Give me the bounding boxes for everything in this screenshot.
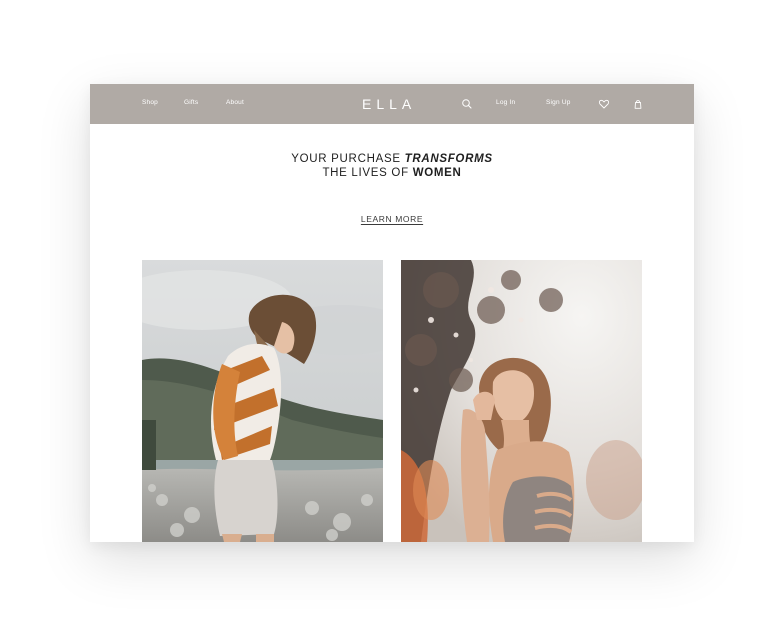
top-navigation-bar: Shop Gifts About ELLA Log In Sign Up xyxy=(90,84,694,124)
brand-logo[interactable]: ELLA xyxy=(362,96,416,112)
signup-link[interactable]: Sign Up xyxy=(546,99,571,106)
heart-icon[interactable] xyxy=(598,98,610,110)
nav-link-shop[interactable]: Shop xyxy=(142,99,158,106)
hero-line-1-text: YOUR PURCHASE xyxy=(291,153,405,165)
hero-line-2: THE LIVES OF WOMEN xyxy=(90,166,694,180)
login-link[interactable]: Log In xyxy=(496,99,515,106)
product-photo-sweater[interactable] xyxy=(142,260,383,542)
learn-more-link[interactable]: LEARN MORE xyxy=(361,214,423,224)
hero-line-2-text: THE LIVES OF xyxy=(322,167,413,179)
website-window: Shop Gifts About ELLA Log In Sign Up YOU… xyxy=(90,84,694,542)
hero-heading: YOUR PURCHASE TRANSFORMS THE LIVES OF WO… xyxy=(90,152,694,180)
hero-line-2-emphasis: WOMEN xyxy=(412,167,462,179)
shopping-bag-icon[interactable] xyxy=(632,98,644,110)
hero-line-1-emphasis: TRANSFORMS xyxy=(404,153,493,165)
product-photo-bodysuit[interactable] xyxy=(401,260,642,542)
learn-more-container: LEARN MORE xyxy=(90,209,694,227)
nav-link-gifts[interactable]: Gifts xyxy=(184,99,198,106)
search-icon[interactable] xyxy=(461,98,473,110)
hero-line-1: YOUR PURCHASE TRANSFORMS xyxy=(90,152,694,166)
nav-link-about[interactable]: About xyxy=(226,99,244,106)
